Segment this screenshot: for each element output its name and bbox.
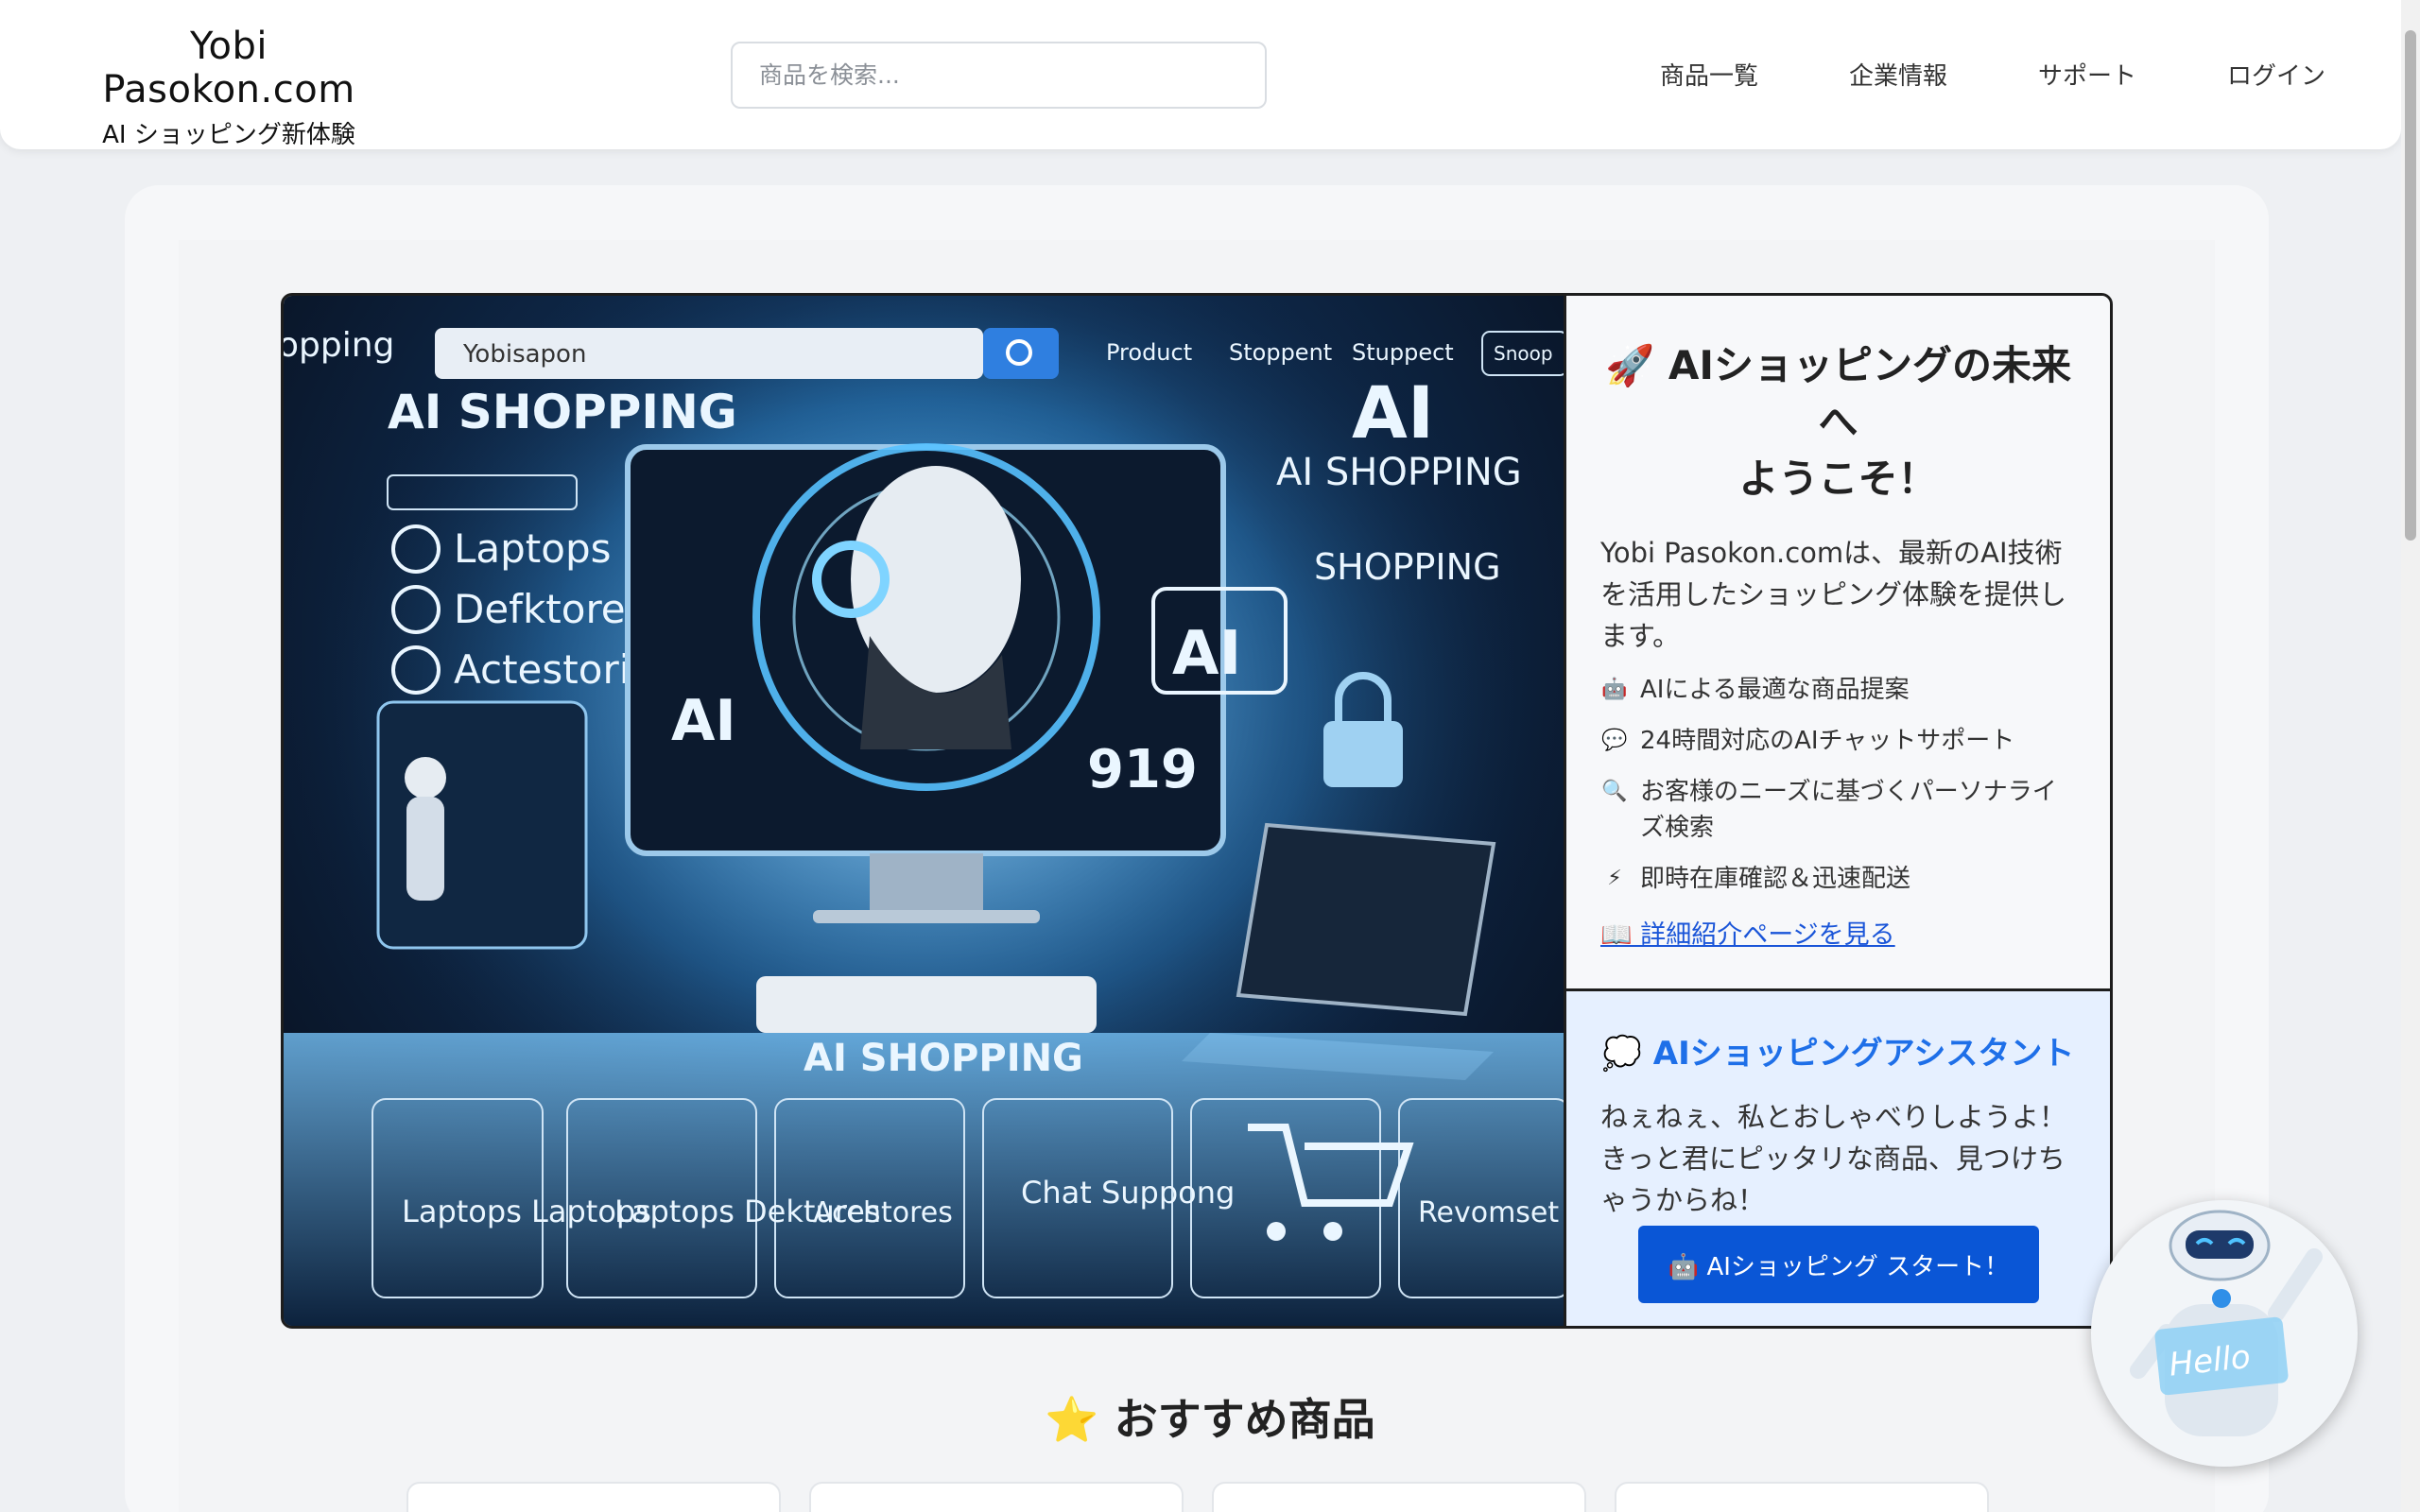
product-card[interactable]: [809, 1482, 1184, 1512]
nav-support[interactable]: サポート: [2038, 57, 2136, 92]
feature-item: 🤖 AIによる最適な商品提案: [1600, 672, 2076, 708]
product-card[interactable]: [1212, 1482, 1586, 1512]
hero-badge-ai-left: AI: [671, 688, 736, 754]
hero-shopping-fragment: opping: [284, 326, 394, 365]
feature-item: 💬 24時間対応のAIチャットサポート: [1600, 723, 2076, 759]
hero-category-2: Defktores: [454, 586, 647, 632]
magnifier-icon: 🔍: [1601, 780, 1628, 803]
intro-title: 🚀 AIショッピングの未来 へ ようこそ！: [1600, 337, 2076, 507]
feature-text: 即時在庫確認＆迅速配送: [1640, 865, 1911, 893]
chatbot-launcher[interactable]: Hello: [2091, 1200, 2358, 1467]
nav-products[interactable]: 商品一覧: [1660, 57, 1758, 92]
hero-badge-ai-top: AI: [1352, 370, 1434, 455]
recommended-heading: ⭐ おすすめ商品: [1045, 1394, 1375, 1445]
scrollbar[interactable]: [2401, 0, 2420, 1512]
intro-panel: 🚀 AIショッピングの未来 へ ようこそ！ Yobi Pasokon.comは、…: [1564, 296, 2110, 991]
hero-section: opping Yobisapon Product Stoppent Stuppe…: [281, 293, 2113, 1329]
assistant-message: ねぇねぇ、私とおしゃべりしようよ！きっと君にピッタリな商品、見つけちゃうからね！: [1600, 1101, 2067, 1216]
search-input[interactable]: [731, 42, 1267, 109]
robot-icon: 🤖: [1601, 678, 1628, 701]
logo-title: Yobi Pasokon.com: [102, 25, 355, 112]
hero-tile-3: Acchtores: [813, 1196, 953, 1229]
hero-tile-4: Chat Suppong: [1021, 1175, 1235, 1211]
product-card-list: [406, 1482, 1989, 1512]
hero-search-text: Yobisapon: [462, 340, 586, 369]
intro-title-line-3: ようこそ！: [1738, 455, 1938, 502]
hero-nav-4: Snoop: [1494, 342, 1553, 365]
assistant-title: 💭 AIショッピングアシスタント: [1601, 1035, 2075, 1073]
feature-text: 24時間対応のAIチャットサポート: [1640, 727, 2015, 755]
robot-hello-icon: Hello: [2130, 1210, 2323, 1436]
intro-title-line-2: へ: [1818, 399, 1858, 445]
hero-tile-5: Revomset: [1418, 1196, 1559, 1229]
site-logo[interactable]: Yobi Pasokon.com AI ショッピング新体験: [68, 25, 389, 150]
main-nav: 商品一覧 企業情報 サポート ログイン: [1660, 57, 2325, 92]
nav-login[interactable]: ログイン: [2227, 57, 2325, 92]
hero-badge-shopping: SHOPPING: [1314, 546, 1501, 588]
intro-description: Yobi Pasokon.comは、最新のAI技術を活用したショッピング体験を提…: [1600, 537, 2067, 652]
hero-badge-ai-shopping: AI SHOPPING: [1276, 451, 1522, 494]
logo-subtitle: AI ショッピング新体験: [102, 121, 355, 149]
assistant-panel: 💭 AIショッピングアシスタント ねぇねぇ、私とおしゃべりしようよ！きっと君にピ…: [1564, 991, 2110, 1326]
chat-bubble-icon: 💬: [1601, 729, 1628, 752]
hero-nav-3: Stuppect: [1352, 339, 1454, 366]
lightning-icon: ⚡: [1607, 867, 1622, 890]
hero-nav-2: Stoppent: [1229, 339, 1332, 366]
product-card[interactable]: [1615, 1482, 1989, 1512]
feature-text: お客様のニーズに基づくパーソナライズ検索: [1640, 778, 2057, 842]
svg-text:AI: AI: [1172, 619, 1241, 689]
hero-nav-1: Product: [1106, 339, 1192, 366]
hero-illustration: opping Yobisapon Product Stoppent Stuppe…: [284, 296, 1564, 1326]
feature-item: 🔍 お客様のニーズに基づくパーソナライズ検索: [1600, 774, 2076, 846]
hero-badge-number: 919: [1087, 739, 1198, 800]
hero-category-1: Laptops: [454, 525, 612, 572]
intro-title-line-1: 🚀 AIショッピングの未来: [1604, 342, 2072, 388]
feature-text: AIによる最適な商品提案: [1640, 676, 1910, 704]
product-card[interactable]: [406, 1482, 781, 1512]
hero-image: opping Yobisapon Product Stoppent Stuppe…: [284, 296, 1564, 1326]
site-header: Yobi Pasokon.com AI ショッピング新体験 商品一覧 企業情報 …: [0, 0, 2401, 149]
feature-item: ⚡ 即時在庫確認＆迅速配送: [1600, 861, 2076, 897]
detail-page-link[interactable]: 📖 詳細紹介ページを見る: [1600, 914, 2076, 951]
scrollbar-thumb[interactable]: [2405, 30, 2416, 541]
hero-floor-label: AI SHOPPING: [804, 1037, 1083, 1080]
nav-company[interactable]: 企業情報: [1849, 57, 1947, 92]
hero-headline: AI SHOPPING: [388, 385, 737, 439]
start-shopping-button[interactable]: 🤖 AIショッピング スタート！: [1638, 1226, 2039, 1303]
